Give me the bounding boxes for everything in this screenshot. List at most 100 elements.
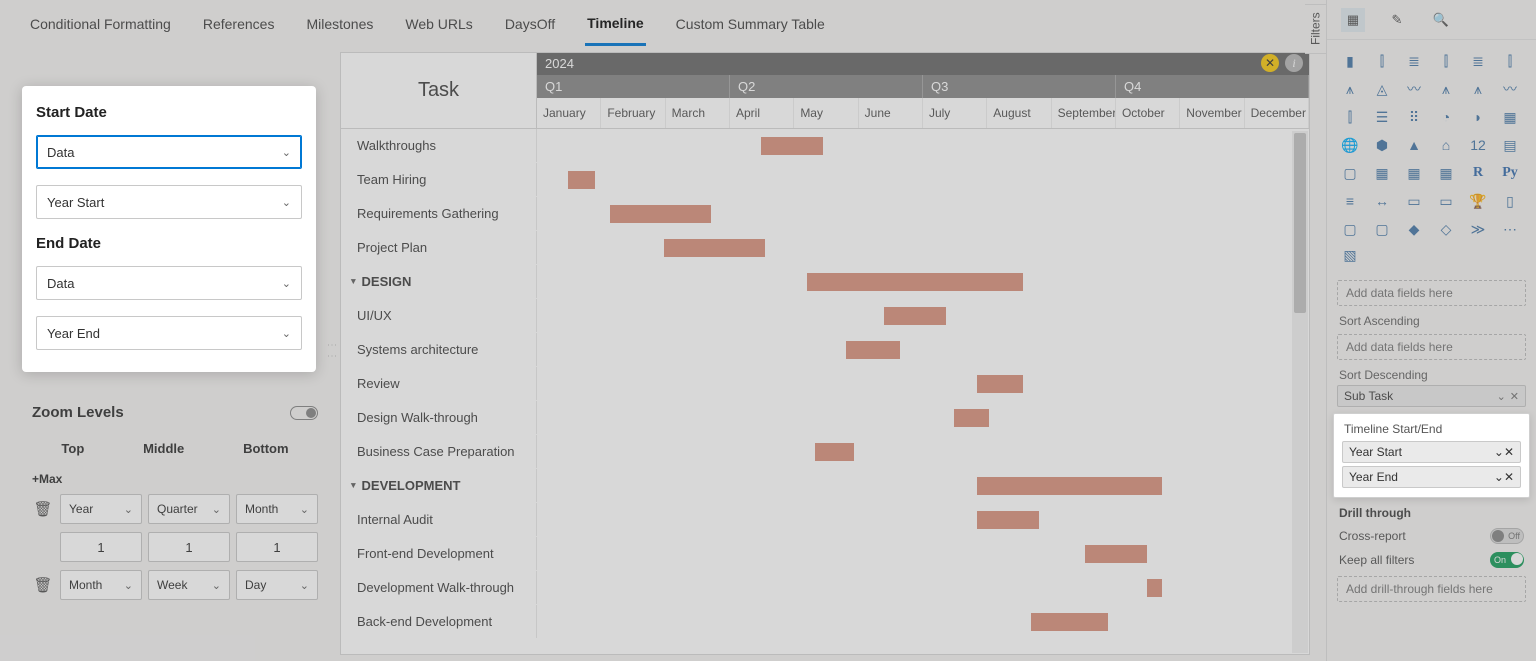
zoom-num-2[interactable]: 1 xyxy=(148,532,230,562)
gantt-bar[interactable] xyxy=(1085,545,1147,563)
viz-icon-38[interactable]: ◆ xyxy=(1401,218,1427,240)
viz-icon-35[interactable]: ▯ xyxy=(1497,190,1523,212)
viz-custom-icon[interactable]: ▧ xyxy=(1337,244,1363,266)
viz-icon-36[interactable]: ▢ xyxy=(1337,218,1363,240)
end-date-field-select[interactable]: Year End⌄ xyxy=(36,316,302,350)
add-max-button[interactable]: +Max xyxy=(32,472,318,486)
viz-icon-18[interactable]: 🌐 xyxy=(1337,134,1363,156)
viz-icon-16[interactable]: ◗ xyxy=(1465,106,1491,128)
viz-icon-25[interactable]: ▦ xyxy=(1369,162,1395,184)
gantt-row[interactable]: Internal Audit xyxy=(341,503,1309,537)
gantt-bar[interactable] xyxy=(1147,579,1162,597)
viz-icon-3[interactable]: ⫿ xyxy=(1433,50,1459,72)
viz-icon-7[interactable]: ◬ xyxy=(1369,78,1395,100)
gantt-row[interactable]: Design Walk-through xyxy=(341,401,1309,435)
viz-icon-2[interactable]: ≣ xyxy=(1401,50,1427,72)
gantt-row[interactable]: Team Hiring xyxy=(341,163,1309,197)
gantt-body[interactable]: WalkthroughsTeam HiringRequirements Gath… xyxy=(341,129,1309,654)
tab-web-urls[interactable]: Web URLs xyxy=(403,4,474,44)
zoom-num-3[interactable]: 1 xyxy=(236,532,318,562)
tab-conditional-formatting[interactable]: Conditional Formatting xyxy=(28,4,173,44)
vertical-scrollbar[interactable] xyxy=(1292,131,1308,653)
filters-tab[interactable]: Filters xyxy=(1305,4,1327,54)
viz-icon-24[interactable]: ▢ xyxy=(1337,162,1363,184)
viz-icon-40[interactable]: ≫ xyxy=(1465,218,1491,240)
viz-icon-17[interactable]: ▦ xyxy=(1497,106,1523,128)
cross-report-toggle[interactable]: Off xyxy=(1490,528,1524,544)
gantt-bar[interactable] xyxy=(1031,613,1108,631)
viz-icon-27[interactable]: ▦ xyxy=(1433,162,1459,184)
viz-icon-13[interactable]: ☰ xyxy=(1369,106,1395,128)
keep-filters-toggle[interactable]: On xyxy=(1490,552,1524,568)
end-date-category-select[interactable]: Data⌄ xyxy=(36,266,302,300)
warning-icon[interactable]: ✕ xyxy=(1261,54,1279,72)
viz-icon-11[interactable]: 〰 xyxy=(1497,78,1523,100)
gantt-row[interactable]: DEVELOPMENT xyxy=(341,469,1309,503)
gantt-bar[interactable] xyxy=(977,477,1162,495)
gantt-row[interactable]: Requirements Gathering xyxy=(341,197,1309,231)
info-icon[interactable]: i xyxy=(1285,54,1303,72)
gantt-bar[interactable] xyxy=(761,137,823,155)
year-end-pill[interactable]: Year End⌄✕ xyxy=(1342,466,1521,488)
zoom-num-1[interactable]: 1 xyxy=(60,532,142,562)
tab-references[interactable]: References xyxy=(201,4,277,44)
viz-icon-39[interactable]: ◇ xyxy=(1433,218,1459,240)
viz-icon-6[interactable]: ⩚ xyxy=(1337,78,1363,100)
gantt-row[interactable]: DESIGN xyxy=(341,265,1309,299)
zoom-middle-select[interactable]: Quarter⌄ xyxy=(148,494,230,524)
tab-timeline[interactable]: Timeline xyxy=(585,3,646,46)
gantt-row[interactable]: Back-end Development xyxy=(341,605,1309,639)
gantt-bar[interactable] xyxy=(807,273,1023,291)
start-date-field-select[interactable]: Year Start⌄ xyxy=(36,185,302,219)
viz-icon-9[interactable]: ⩚ xyxy=(1433,78,1459,100)
viz-icon-15[interactable]: ◔ xyxy=(1433,106,1459,128)
analytics-icon[interactable]: 🔍 xyxy=(1429,8,1453,32)
viz-icon-1[interactable]: ⫿ xyxy=(1369,50,1395,72)
tab-custom-summary-table[interactable]: Custom Summary Table xyxy=(674,4,827,44)
values-fieldwell[interactable]: Add data fields here xyxy=(1337,280,1526,306)
gantt-row[interactable]: Project Plan xyxy=(341,231,1309,265)
start-date-category-select[interactable]: Data⌄ xyxy=(36,135,302,169)
gantt-bar[interactable] xyxy=(954,409,989,427)
gantt-row[interactable]: Systems architecture xyxy=(341,333,1309,367)
resize-handle-icon[interactable]: ⋮⋮ xyxy=(326,340,337,362)
gantt-bar[interactable] xyxy=(846,341,900,359)
year-start-pill[interactable]: Year Start⌄✕ xyxy=(1342,441,1521,463)
gantt-bar[interactable] xyxy=(664,239,764,257)
gantt-bar[interactable] xyxy=(977,511,1039,529)
build-visual-icon[interactable]: ▦ xyxy=(1341,8,1365,32)
drill-fieldwell[interactable]: Add drill-through fields here xyxy=(1337,576,1526,602)
viz-icon-32[interactable]: ▭ xyxy=(1401,190,1427,212)
sort-asc-fieldwell[interactable]: Add data fields here xyxy=(1337,334,1526,360)
viz-icon-22[interactable]: 12 xyxy=(1465,134,1491,156)
gantt-row[interactable]: Front-end Development xyxy=(341,537,1309,571)
gantt-bar[interactable] xyxy=(884,307,946,325)
viz-icon-30[interactable]: ≡ xyxy=(1337,190,1363,212)
viz-icon-28[interactable]: R xyxy=(1465,162,1491,184)
viz-icon-37[interactable]: ▢ xyxy=(1369,218,1395,240)
gantt-row[interactable]: Review xyxy=(341,367,1309,401)
viz-icon-10[interactable]: ⩚ xyxy=(1465,78,1491,100)
viz-icon-23[interactable]: ▤ xyxy=(1497,134,1523,156)
viz-icon-31[interactable]: ↔ xyxy=(1369,190,1395,212)
viz-icon-41[interactable]: ⋯ xyxy=(1497,218,1523,240)
zoom-bottom-select[interactable]: Month⌄ xyxy=(236,494,318,524)
viz-icon-4[interactable]: ≣ xyxy=(1465,50,1491,72)
gantt-row[interactable]: UI/UX xyxy=(341,299,1309,333)
zoom-bottom-select-2[interactable]: Day⌄ xyxy=(236,570,318,600)
viz-icon-19[interactable]: ⬢ xyxy=(1369,134,1395,156)
gantt-bar[interactable] xyxy=(977,375,1023,393)
gantt-bar[interactable] xyxy=(815,443,854,461)
zoom-top-select-2[interactable]: Month⌄ xyxy=(60,570,142,600)
viz-icon-20[interactable]: ▲ xyxy=(1401,134,1427,156)
zoom-toggle[interactable] xyxy=(290,406,318,420)
viz-icon-33[interactable]: ▭ xyxy=(1433,190,1459,212)
gantt-row[interactable]: Walkthroughs xyxy=(341,129,1309,163)
viz-icon-0[interactable]: ▮ xyxy=(1337,50,1363,72)
subtask-field-pill[interactable]: Sub Task⌄✕ xyxy=(1337,385,1526,407)
viz-icon-8[interactable]: 〰 xyxy=(1401,78,1427,100)
viz-icon-12[interactable]: ⫿ xyxy=(1337,106,1363,128)
viz-icon-5[interactable]: ⫿ xyxy=(1497,50,1523,72)
viz-icon-26[interactable]: ▦ xyxy=(1401,162,1427,184)
gantt-row[interactable]: Development Walk-through xyxy=(341,571,1309,605)
